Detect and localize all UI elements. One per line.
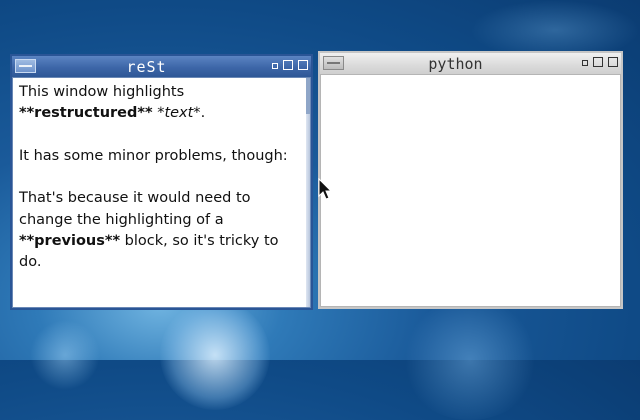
text-line: That's because it would need to	[19, 188, 302, 209]
italic-text: *text*	[157, 105, 201, 122]
text-line: **restructured** *text*.	[19, 103, 302, 124]
bold-text: **previous**	[19, 233, 121, 250]
python-text-area[interactable]	[320, 74, 621, 307]
wallpaper-glow	[30, 320, 100, 390]
window-controls	[272, 60, 308, 70]
python-window[interactable]: python	[318, 51, 623, 309]
maximize-icon[interactable]	[593, 57, 603, 67]
close-icon[interactable]	[608, 57, 618, 67]
text-line-5: change the highlighting of a	[19, 211, 224, 228]
wallpaper-glow	[160, 300, 270, 410]
text-line: change the highlighting of a	[19, 210, 302, 231]
python-titlebar[interactable]: python	[320, 53, 621, 74]
close-icon[interactable]	[298, 60, 308, 70]
scrollbar-thumb[interactable]	[306, 78, 310, 114]
rest-titlebar[interactable]: reSt	[12, 56, 311, 77]
text-line-6-rest: block, so it's tricky to	[120, 233, 279, 250]
text-period: .	[200, 105, 206, 122]
text-line: **previous** block, so it's tricky to	[19, 231, 302, 252]
bold-text: **restructured**	[19, 105, 153, 122]
text-line-3: It has some minor problems, though:	[19, 147, 288, 164]
window-controls	[582, 57, 618, 67]
window-menu-icon[interactable]	[323, 56, 344, 70]
minimize-icon[interactable]	[582, 60, 588, 66]
window-title: reSt	[126, 58, 167, 76]
text-line: This window highlights	[19, 82, 302, 103]
rest-text: This window highlights **restructured** …	[19, 82, 302, 274]
window-menu-icon[interactable]	[15, 59, 36, 73]
minimize-icon[interactable]	[272, 63, 278, 69]
rest-text-area[interactable]: This window highlights **restructured** …	[12, 77, 311, 308]
text-line-7: do.	[19, 254, 42, 271]
mouse-pointer-icon	[318, 178, 333, 200]
text-line-1: This window highlights	[19, 84, 185, 100]
text-line: do.	[19, 252, 302, 273]
text-line: It has some minor problems, though:	[19, 146, 302, 167]
wallpaper-glow	[400, 300, 540, 420]
text-line-4: That's because it would need to	[19, 190, 251, 207]
rest-window[interactable]: reSt This window highlights **restructur…	[10, 54, 313, 310]
maximize-icon[interactable]	[283, 60, 293, 70]
scrollbar[interactable]	[306, 78, 310, 307]
window-title: python	[428, 55, 483, 73]
